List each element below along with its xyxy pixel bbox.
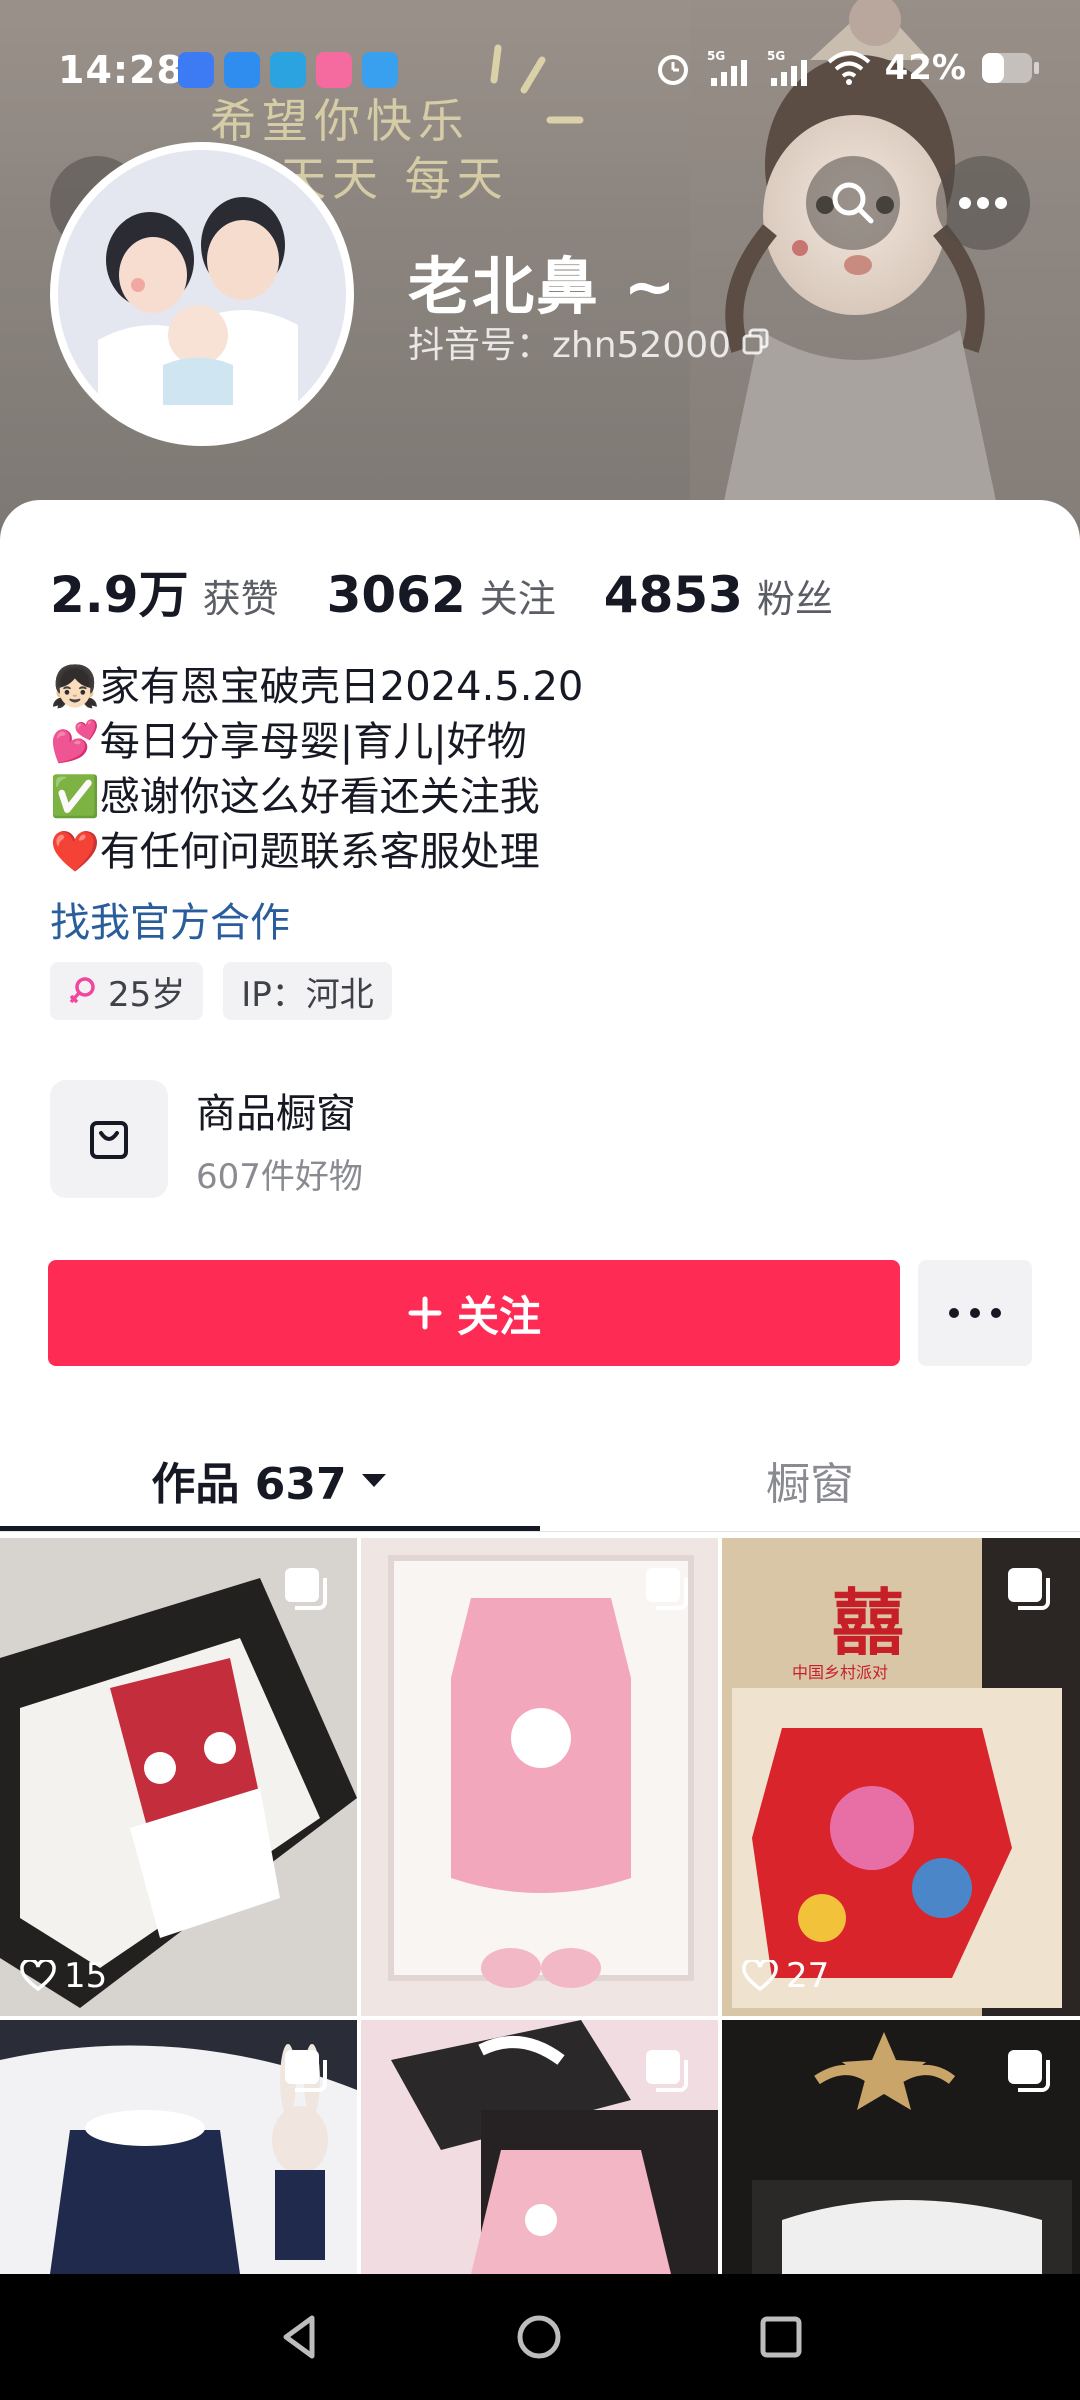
age-tag: 25岁	[50, 962, 204, 1020]
stat-label: 获赞	[202, 577, 279, 621]
stat-value: 2.9万	[50, 566, 189, 624]
copy-icon[interactable]	[741, 327, 771, 357]
username: 老北鼻 ~	[408, 250, 678, 323]
multi-image-icon	[646, 2050, 688, 2092]
caret-down-icon	[361, 1474, 386, 1487]
bio-line: ✅感谢你这么好看还关注我	[50, 774, 540, 820]
likes-count: 15	[20, 1956, 107, 1996]
video-thumbnail[interactable]: 15	[0, 1538, 357, 2016]
home-circle-icon[interactable]	[514, 2312, 564, 2362]
alarm-icon	[657, 55, 688, 85]
bio: 👧🏻家有恩宝破壳日2024.5.20 💕每日分享母婴|育儿|好物 ✅感谢你这么好…	[50, 660, 583, 880]
signal-5g-icon: 5G	[707, 49, 747, 86]
product-showcase-entry[interactable]: 商品橱窗 607件好物	[50, 1080, 363, 1198]
ip-tag: IP：河北	[223, 962, 392, 1020]
system-navigation-bar	[0, 2274, 1080, 2400]
status-time: 14:28	[58, 48, 184, 92]
shop-subtitle: 607件好物	[196, 1156, 363, 1197]
search-icon	[832, 182, 874, 224]
bio-line: ❤️有任何问题联系客服处理	[50, 829, 540, 875]
official-cooperation-link[interactable]: 找我官方合作	[50, 890, 290, 948]
more-actions-button[interactable]	[918, 1260, 1032, 1366]
heart-icon	[742, 1960, 778, 1992]
douyin-id[interactable]: 抖音号：zhn52000	[408, 316, 771, 368]
more-options-button[interactable]	[936, 156, 1030, 250]
multi-image-icon	[285, 2050, 327, 2092]
avatar-image	[58, 150, 346, 438]
video-thumbnail[interactable]	[361, 2020, 718, 2274]
tab-works-label: 作品 637	[151, 1459, 347, 1510]
more-icon	[959, 197, 1007, 209]
tab-divider	[0, 1531, 1080, 1532]
more-icon	[949, 1308, 1001, 1318]
profile-stats: 2.9万 获赞 3062 关注 4853 粉丝	[50, 555, 881, 627]
status-bar: 14:28 5G 5G 42%	[0, 0, 1080, 150]
likes-value: 27	[786, 1956, 830, 1996]
shopping-bag-icon	[90, 1121, 128, 1159]
multi-image-icon	[1008, 1568, 1050, 1610]
tile-stamp-text: 囍	[832, 1581, 904, 1665]
tab-window-label: 橱窗	[766, 1459, 854, 1510]
battery-percent: 42%	[884, 48, 966, 88]
female-icon	[69, 977, 95, 1004]
battery-icon	[982, 53, 1039, 83]
age-text: 25岁	[108, 974, 186, 1015]
telegram-icon	[270, 52, 306, 88]
video-thumbnail[interactable]	[722, 2020, 1080, 2274]
signal-5g-icon: 5G	[767, 49, 807, 86]
tab-window[interactable]: 橱窗	[540, 1430, 1080, 1530]
bio-line: 💕每日分享母婴|育儿|好物	[50, 719, 527, 765]
profile-tags: 25岁 IP：河北	[50, 962, 392, 1020]
plus-icon	[408, 1296, 442, 1330]
multi-image-icon	[1008, 2050, 1050, 2092]
recents-square-icon[interactable]	[756, 2312, 806, 2362]
tile-stamp-caption: 中国乡村派对	[792, 1663, 888, 1682]
tab-works[interactable]: 作品 637	[0, 1430, 540, 1530]
stat-label: 粉丝	[756, 577, 833, 621]
likes-count: 27	[742, 1956, 829, 1996]
app-notification-icon	[178, 52, 214, 88]
stat-followers[interactable]: 4853 粉丝	[604, 566, 833, 624]
likes-value: 15	[64, 1956, 108, 1996]
video-thumbnail[interactable]	[0, 2020, 357, 2274]
svg-text:5G: 5G	[767, 49, 785, 63]
notification-icons	[178, 52, 398, 88]
bilibili-icon	[316, 52, 352, 88]
bio-line: 👧🏻家有恩宝破壳日2024.5.20	[50, 664, 584, 710]
video-thumbnail[interactable]: 囍 中国乡村派对 27	[722, 1538, 1080, 2016]
stat-label: 关注	[479, 577, 556, 621]
shop-icon-box	[50, 1080, 168, 1198]
app-notification-icon	[362, 52, 398, 88]
heart-icon	[20, 1960, 56, 1992]
wifi-icon	[827, 51, 870, 85]
stat-likes[interactable]: 2.9万 获赞	[50, 555, 279, 627]
status-right: 5G 5G 42%	[653, 48, 1040, 88]
svg-text:5G: 5G	[707, 49, 725, 63]
ip-text: IP：河北	[241, 974, 374, 1015]
avatar[interactable]	[50, 142, 354, 446]
video-thumbnail[interactable]	[361, 1538, 718, 2016]
douyin-id-text: 抖音号：zhn52000	[408, 325, 732, 366]
video-app-icon	[224, 52, 260, 88]
follow-button[interactable]: 关注	[48, 1260, 900, 1366]
multi-image-icon	[646, 1568, 688, 1610]
stat-following[interactable]: 3062 关注	[327, 566, 556, 624]
shop-text: 商品橱窗 607件好物	[196, 1081, 363, 1198]
shop-title: 商品橱窗	[196, 1090, 356, 1137]
back-triangle-icon[interactable]	[276, 2312, 326, 2362]
search-button[interactable]	[806, 156, 900, 250]
content-tabs: 作品 637 橱窗	[0, 1430, 1080, 1540]
follow-label: 关注	[456, 1291, 541, 1341]
multi-image-icon	[285, 1568, 327, 1610]
stat-value: 4853	[603, 566, 743, 624]
stat-value: 3062	[326, 566, 466, 624]
